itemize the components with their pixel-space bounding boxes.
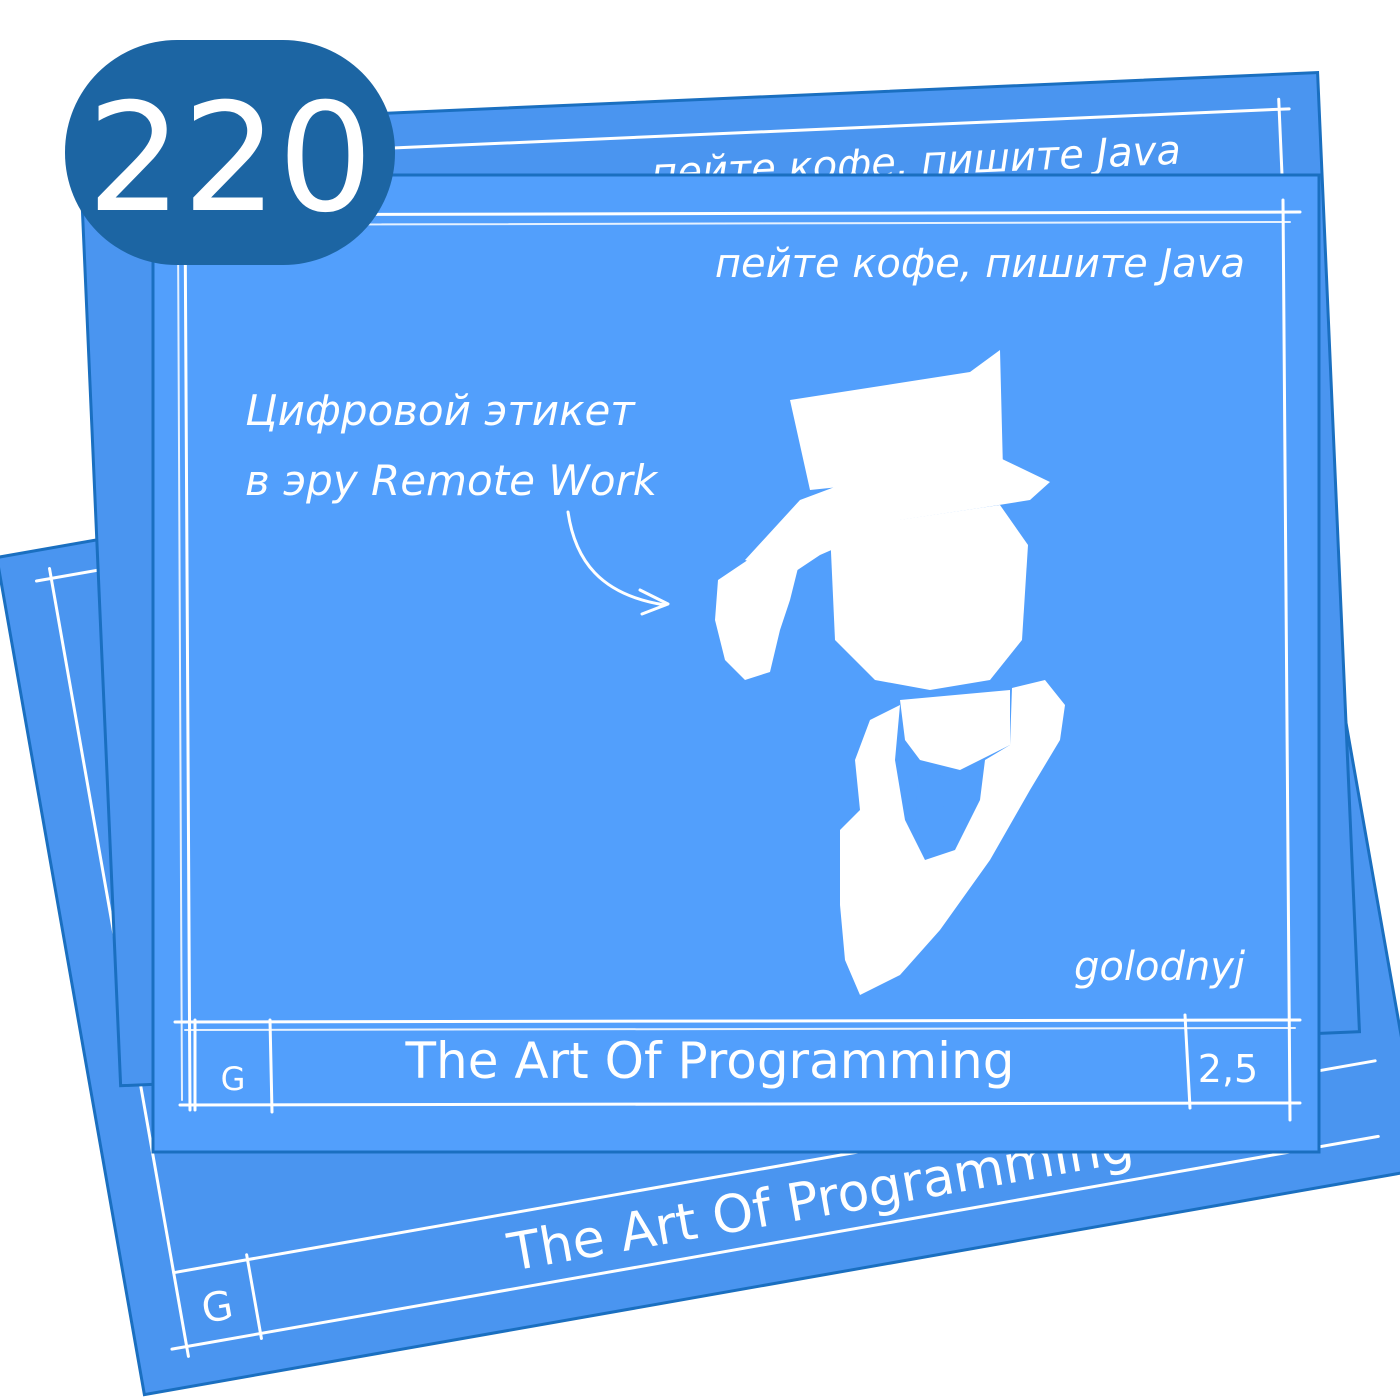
footer-top-line — [173, 1018, 1302, 1024]
cover-illustration: G The Art Of Programming пейте кофе, пиш… — [0, 40, 1400, 1397]
speech-line-1: Цифровой этикет — [245, 386, 636, 435]
frame-bottom-line — [178, 1101, 1302, 1107]
episode-badge: 220 — [65, 40, 395, 265]
front-card-tagline: пейте кофе, пишите Java — [715, 241, 1245, 287]
footer-corner-letter: G — [221, 1060, 246, 1098]
front-card: пейте кофе, пишите Java Цифровой этикет … — [151, 173, 1321, 1154]
speech-line-2: в эру Remote Work — [245, 456, 659, 505]
cover-stage: G The Art Of Programming пейте кофе, пиш… — [0, 0, 1400, 1400]
episode-number: 220 — [87, 72, 373, 246]
footer-title: The Art Of Programming — [405, 1032, 1015, 1090]
head — [830, 505, 1028, 690]
footer-corner-number: 2,5 — [1198, 1047, 1258, 1091]
signature: golodnyj — [1074, 944, 1246, 990]
